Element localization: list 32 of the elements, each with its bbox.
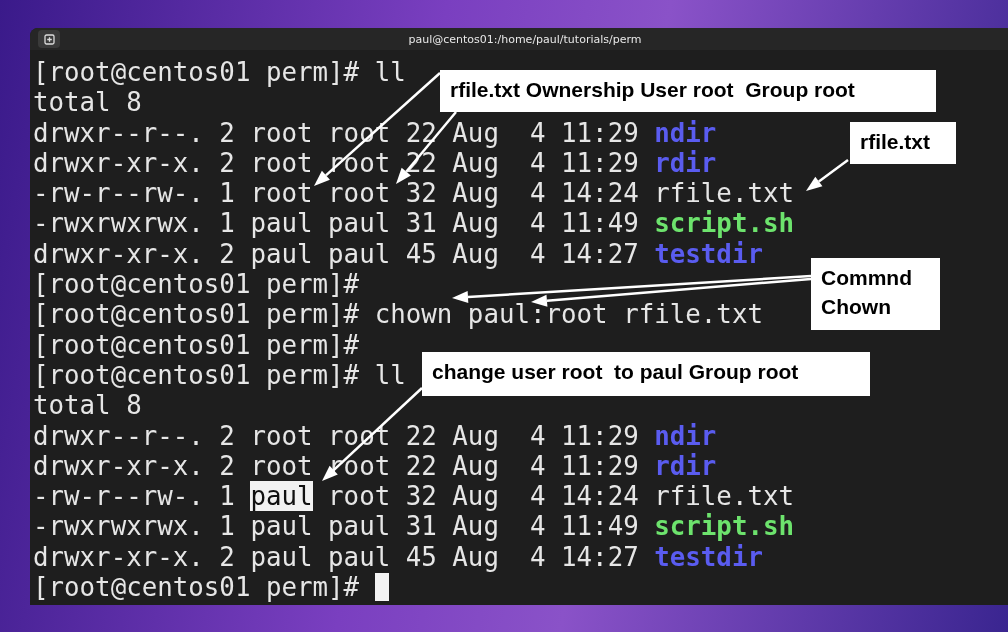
terminal-text: total 8 bbox=[33, 390, 142, 421]
file-name: rdir bbox=[654, 450, 717, 482]
terminal-text: -rw-r--rw-. 1 root root 32 Aug 4 14:24 rfile.txt bbox=[33, 178, 795, 209]
new-tab-icon bbox=[43, 33, 55, 45]
terminal-text: total 8 bbox=[33, 87, 142, 118]
terminal-text: -rwxrwxrwx. 1 paul paul 31 Aug 4 11:49 bbox=[33, 208, 640, 239]
callout-label: rfile.txt bbox=[850, 122, 956, 164]
terminal-text: drwxr-xr-x. 2 paul paul 45 Aug 4 14:27 bbox=[33, 238, 640, 270]
terminal-text: -rw-r--rw-. 1 bbox=[33, 481, 236, 512]
file-name: script.sh bbox=[654, 208, 795, 239]
file-name: ndir bbox=[654, 420, 717, 451]
terminal-text: [root@centos01 perm]# bbox=[33, 572, 361, 603]
selected-text: paul bbox=[250, 481, 313, 512]
file-name: testdir bbox=[654, 238, 763, 270]
terminal-text: root 32 Aug 4 14:24 rfile.txt bbox=[327, 481, 795, 512]
terminal-text: [root@centos01 perm]# ll bbox=[33, 57, 406, 88]
terminal-text: [root@centos01 perm]# bbox=[33, 329, 360, 360]
file-name: ndir bbox=[654, 117, 717, 148]
window-title: paul@centos01:/home/paul/tutorials/perm bbox=[408, 32, 642, 46]
terminal-text: [root@centos01 perm]# bbox=[33, 269, 360, 300]
file-name: rdir bbox=[654, 147, 717, 179]
callout-label: rfile.txt Ownership User root Group root bbox=[440, 70, 936, 112]
callout-label: Commnd Chown bbox=[811, 258, 940, 330]
terminal-text: [root@centos01 perm]# ll bbox=[33, 359, 406, 391]
callout-label: change user root to paul Group root bbox=[422, 352, 870, 396]
terminal-text: drwxr-xr-x. 2 paul paul 45 Aug 4 14:27 bbox=[33, 541, 640, 573]
terminal-text: [root@centos01 perm]# chown paul:root rfile.txt bbox=[33, 299, 763, 330]
terminal-text: -rwxrwxrwx. 1 paul paul 31 Aug 4 11:49 bbox=[33, 511, 640, 542]
new-tab-button[interactable] bbox=[38, 30, 60, 48]
callout-arrow bbox=[806, 159, 849, 191]
file-name: script.sh bbox=[654, 511, 795, 542]
file-name: testdir bbox=[654, 541, 763, 573]
